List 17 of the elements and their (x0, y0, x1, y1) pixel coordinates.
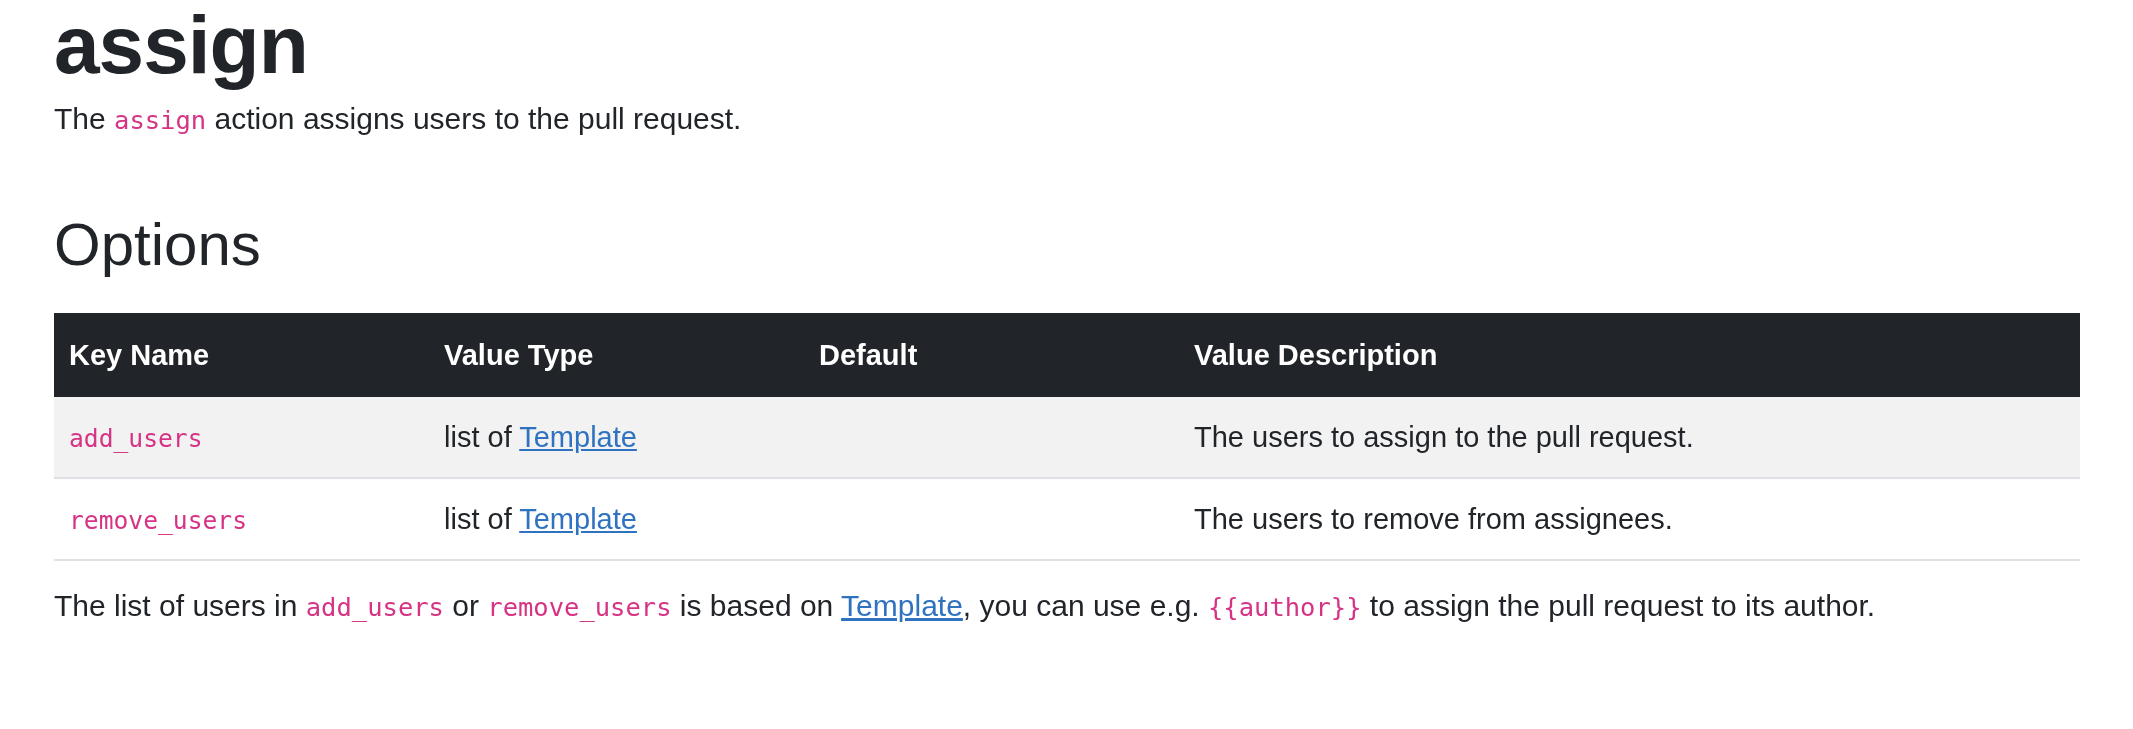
column-header: Default (804, 313, 1179, 398)
description-cell: The users to remove from assignees. (1179, 478, 2080, 561)
page-title: assign (54, 0, 309, 91)
key-cell: add_users (54, 397, 429, 479)
type-cell: list of Template (429, 478, 804, 561)
note-paragraph: The list of users in add_users or remove_users is based on Template, you can use e.g. {{author}} to assign the pull request to its author. (54, 588, 1877, 625)
intro-paragraph: The assign action assigns users to the pull request. (54, 101, 743, 138)
template-link[interactable]: Template (519, 420, 637, 453)
section-heading: Options (54, 210, 262, 281)
column-header: Value Description (1179, 313, 2080, 398)
column-header: Key Name (54, 313, 429, 398)
description-cell: The users to assign to the pull request. (1179, 397, 2080, 479)
key-cell: remove_users (54, 478, 429, 561)
template-link[interactable]: Template (841, 589, 963, 623)
type-cell: list of Template (429, 397, 804, 479)
template-link[interactable]: Template (519, 502, 637, 535)
column-header: Value Type (429, 313, 804, 398)
